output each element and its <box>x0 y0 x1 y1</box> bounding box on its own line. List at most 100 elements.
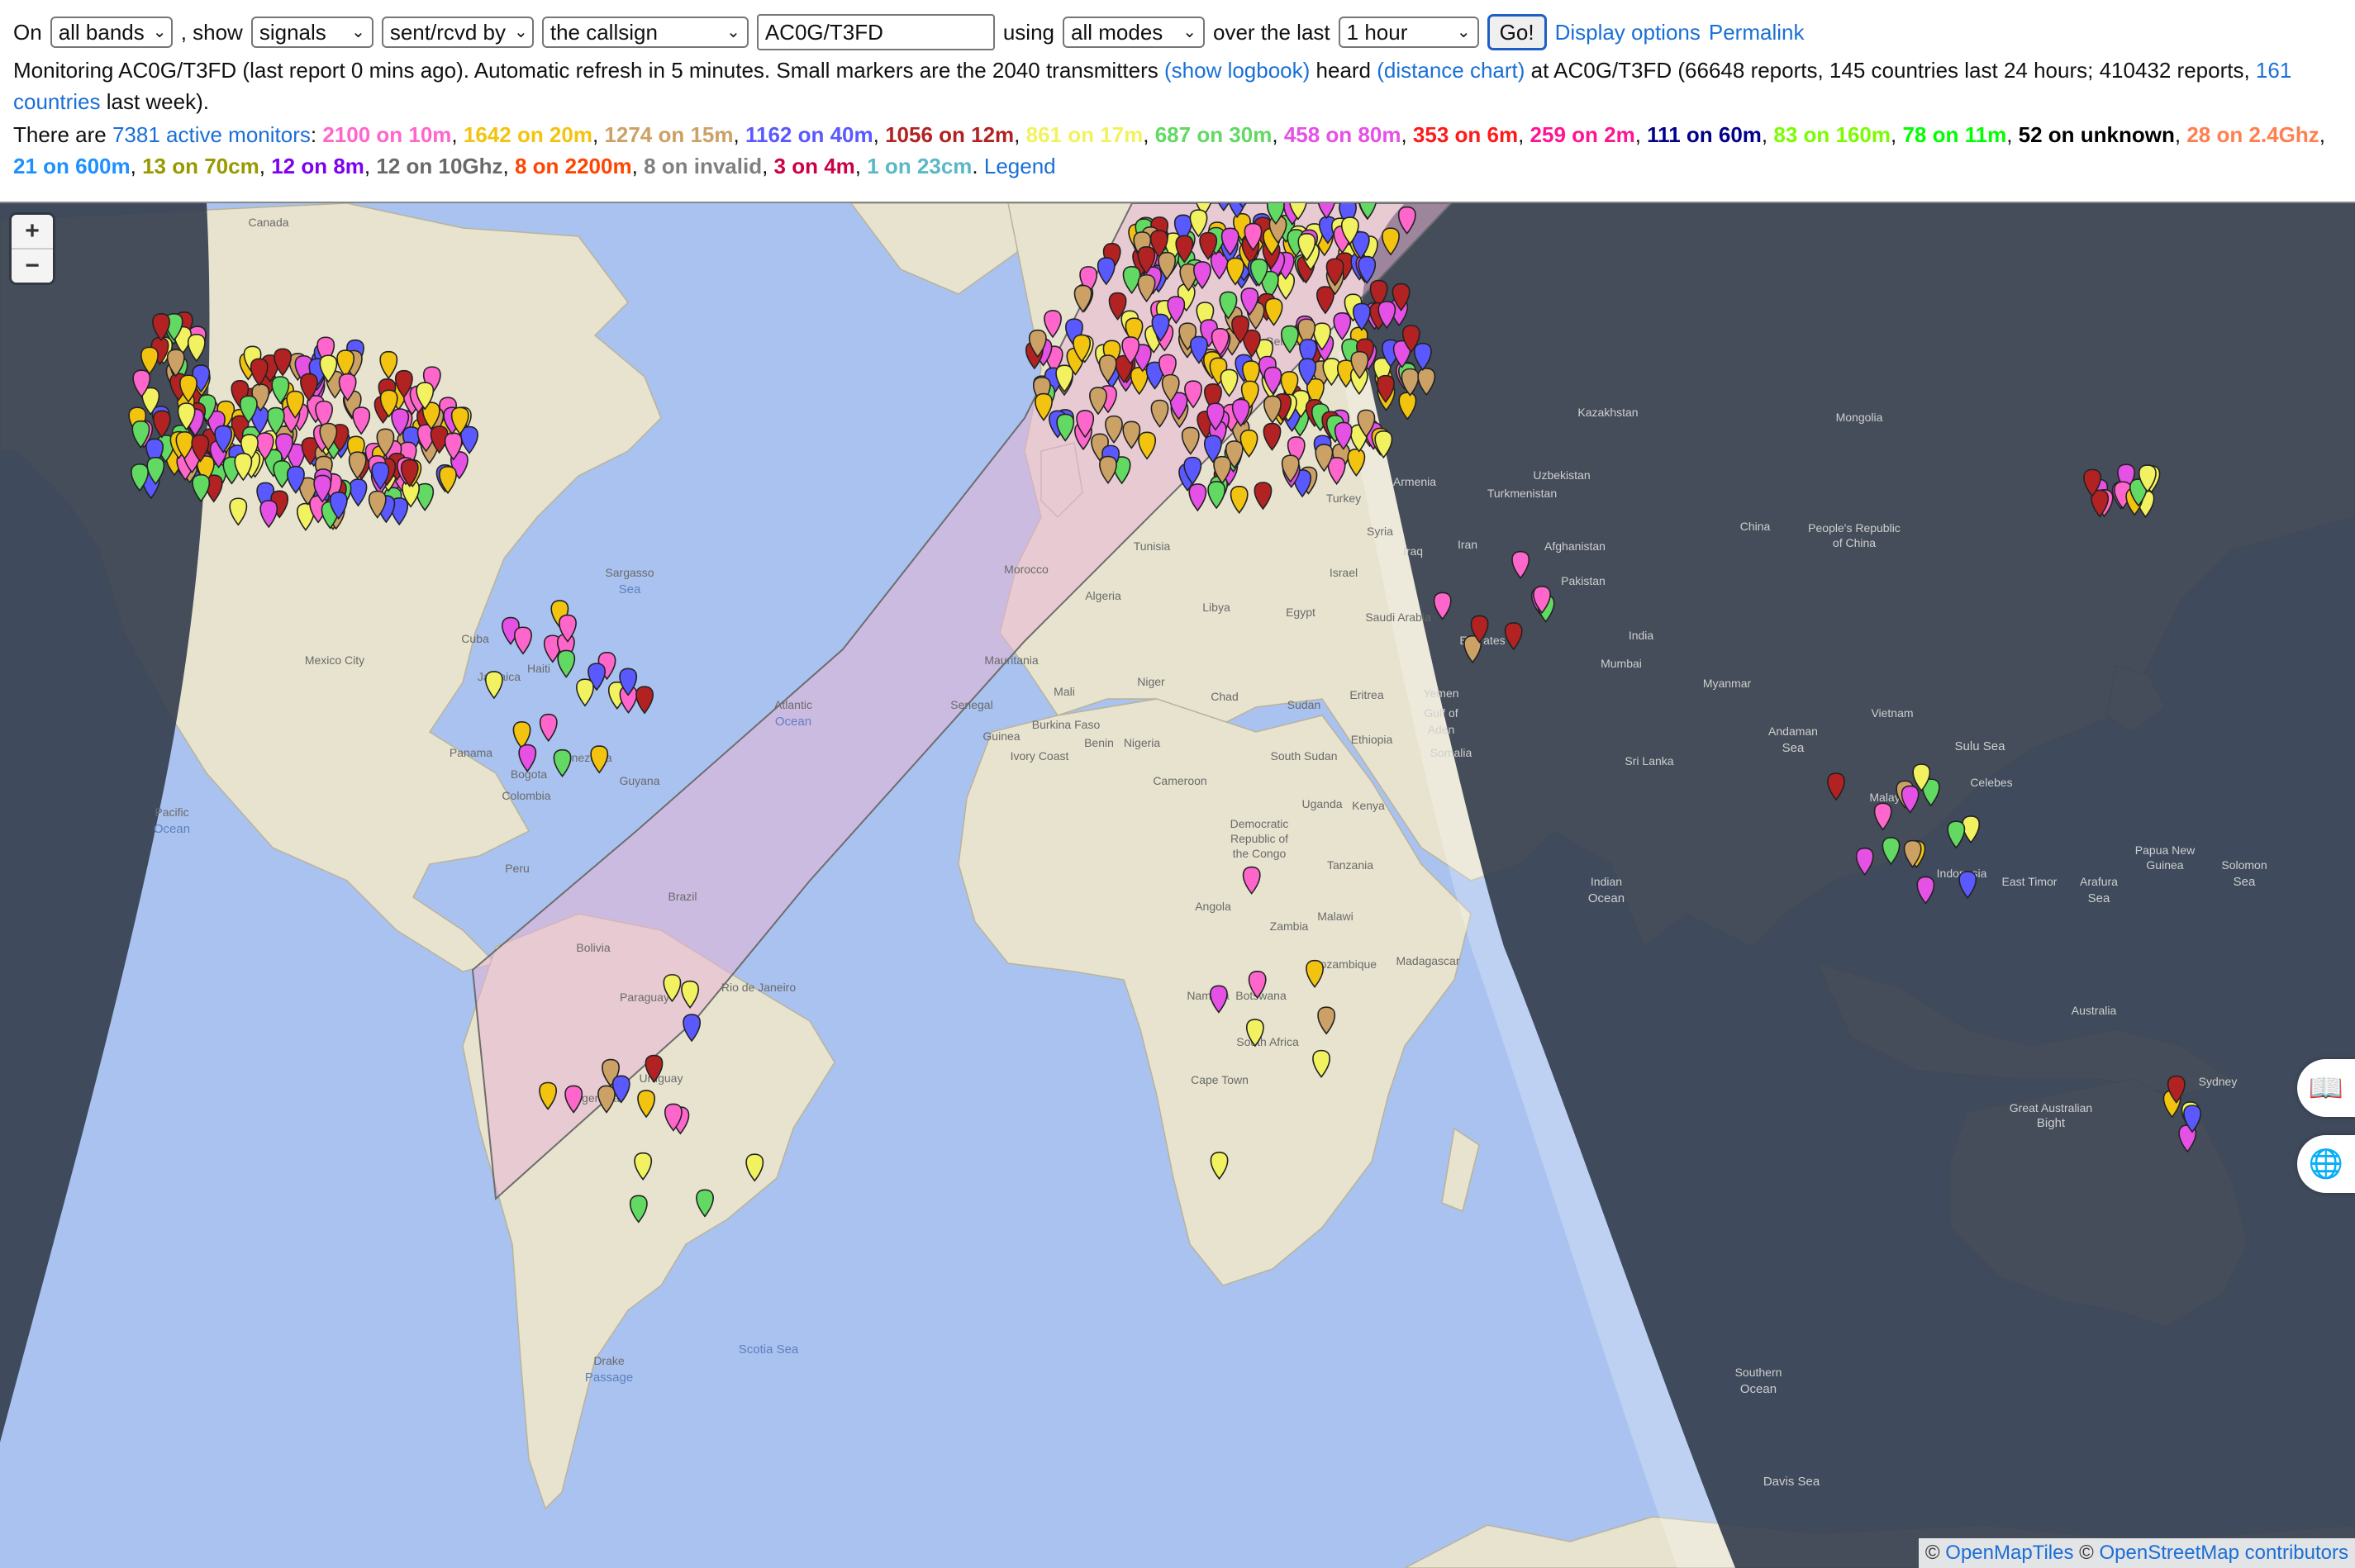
map-canvas: Canada Sargasso Sea Atlantic Ocean Pacific Oce… <box>0 203 2355 1568</box>
band-separator: , <box>854 154 868 178</box>
station-marker[interactable] <box>514 626 532 655</box>
status-text-2: heard <box>1310 58 1377 83</box>
map-place-label: Sea <box>2234 875 2256 889</box>
map-place-label: Uzbekistan <box>1533 468 1590 482</box>
map-place-label: Vietnam <box>1871 706 1913 720</box>
map-place-label: Iran <box>1458 538 1477 551</box>
distance-chart-link[interactable]: (distance chart) <box>1377 58 1525 83</box>
bands-select-value: all bands <box>58 20 145 45</box>
zoom-in-button[interactable]: + <box>12 215 53 248</box>
band-count: 111 on 60m <box>1647 122 1762 147</box>
map-place-label: Passage <box>585 1371 633 1385</box>
map-place-label: Morocco <box>1004 563 1049 576</box>
modes-select[interactable]: all modes ⌄ <box>1063 17 1205 48</box>
map-place-label: Indian <box>1591 875 1622 888</box>
period-select[interactable]: 1 hour ⌄ <box>1338 17 1479 48</box>
map-place-label: Guinea <box>982 729 1020 743</box>
zoom-control: + − <box>12 215 53 283</box>
station-marker[interactable] <box>539 713 558 743</box>
band-separator: , <box>631 154 645 178</box>
globe-side-button[interactable]: 🌐 <box>2297 1135 2355 1193</box>
station-marker[interactable] <box>635 686 654 715</box>
band-separator: , <box>733 122 745 147</box>
map-place-label: Madagascar <box>1396 954 1459 967</box>
period-select-value: 1 hour <box>1346 20 1408 45</box>
band-count-list: 2100 on 10m, 1642 on 20m, 1274 on 15m, 1… <box>13 122 2325 178</box>
direction-select[interactable]: sent/rcvd by ⌄ <box>381 17 534 48</box>
band-count: 12 on 10Ghz <box>376 154 503 178</box>
permalink-link[interactable]: Permalink <box>1709 17 1805 48</box>
map-place-label: South Africa <box>1236 1035 1299 1048</box>
show-logbook-link[interactable]: (show logbook) <box>1164 58 1310 83</box>
map-place-label: Mexico City <box>305 653 364 667</box>
station-marker[interactable] <box>484 671 503 700</box>
legend-link[interactable]: Legend <box>984 154 1056 178</box>
map-place-label: Ocean <box>1740 1382 1777 1396</box>
go-button[interactable]: Go! <box>1487 14 1547 50</box>
what-select[interactable]: signals ⌄ <box>250 17 373 48</box>
bands-select[interactable]: all bands ⌄ <box>50 17 173 48</box>
map-place-label: Armenia <box>1393 475 1436 488</box>
map-place-label: Ocean <box>1588 891 1625 905</box>
map-place-label: Democratic <box>1230 817 1289 830</box>
map-place-label: Sargasso <box>605 566 654 579</box>
map-place-label: Israel <box>1330 566 1358 579</box>
map-place-label: Rio de Janeiro <box>721 981 796 994</box>
target-select[interactable]: the callsign ⌄ <box>541 17 749 48</box>
map-place-label: Southern <box>1735 1366 1782 1379</box>
map-place-label: India <box>1629 629 1654 642</box>
map-place-label: China <box>1740 520 1771 533</box>
show-label: , show <box>180 20 243 45</box>
station-marker[interactable] <box>557 649 576 678</box>
map-place-label: Libya <box>1202 601 1230 614</box>
display-options-link[interactable]: Display options <box>1555 17 1701 48</box>
map-place-label: Mumbai <box>1601 657 1642 670</box>
map-place-label: Somalia <box>1430 746 1472 759</box>
status-line: Monitoring AC0G/T3FD (last report 0 mins… <box>13 55 2343 117</box>
openmaptiles-link[interactable]: OpenMapTiles <box>1945 1542 2073 1564</box>
band-count: 687 on 30m <box>1154 122 1273 147</box>
modes-select-value: all modes <box>1071 20 1163 45</box>
globe-icon: 🌐 <box>2308 1148 2344 1180</box>
map-place-label: Cameroon <box>1153 774 1206 787</box>
logbook-side-button[interactable]: 📖 <box>2297 1059 2355 1117</box>
map-place-label: Ethiopia <box>1351 733 1393 746</box>
band-separator: , <box>873 122 886 147</box>
on-label: On <box>13 20 42 45</box>
chevron-down-icon: ⌄ <box>726 23 740 41</box>
map-place-label: Mali <box>1054 685 1075 698</box>
map-place-label: Zambia <box>1270 919 1309 933</box>
map-place-label: Sydney <box>2199 1075 2238 1088</box>
status-text-3: at AC0G/T3FD (66648 reports, 145 countri… <box>1525 58 2256 83</box>
map-place-label: Afghanistan <box>1544 539 1606 553</box>
monitors-line: There are 7381 active monitors: 2100 on … <box>13 119 2343 182</box>
map-place-label: Gulf of <box>1424 706 1458 720</box>
map-place-label: Ivory Coast <box>1011 749 1069 763</box>
map-place-label: Malawi <box>1317 910 1354 923</box>
band-separator: , <box>451 122 464 147</box>
active-monitors-link[interactable]: 7381 active monitors <box>112 122 311 147</box>
monitors-colon: : <box>310 122 317 147</box>
map-place-label: Drake <box>593 1354 625 1367</box>
chevron-down-icon: ⌄ <box>152 23 167 41</box>
band-separator: , <box>1634 122 1648 147</box>
target-select-value: the callsign <box>550 20 658 45</box>
station-marker[interactable] <box>590 745 609 774</box>
map-place-label: South Sudan <box>1271 749 1338 763</box>
band-count: 3 on 4m <box>773 154 855 178</box>
band-count: 8 on invalid <box>644 154 763 178</box>
station-marker[interactable] <box>576 678 594 707</box>
station-marker[interactable] <box>553 748 572 777</box>
madagascar-land <box>1441 1127 1480 1213</box>
map-place-label: Sea <box>2088 891 2110 905</box>
openstreetmap-link[interactable]: OpenStreetMap contributors <box>2100 1542 2349 1564</box>
map-place-label: Sea <box>619 582 641 596</box>
callsign-input[interactable]: AC0G/T3FD <box>756 14 995 50</box>
world-map[interactable]: Canada Sargasso Sea Atlantic Ocean Pacific Oce… <box>0 202 2355 1568</box>
map-place-label: Sulu Sea <box>1955 739 2006 753</box>
map-place-label: Guinea <box>2146 858 2183 872</box>
map-place-label: Brazil <box>668 890 697 903</box>
band-count: 1 on 23cm <box>867 154 973 178</box>
zoom-out-button[interactable]: − <box>12 248 53 283</box>
period-label: over the last <box>1213 20 1330 45</box>
